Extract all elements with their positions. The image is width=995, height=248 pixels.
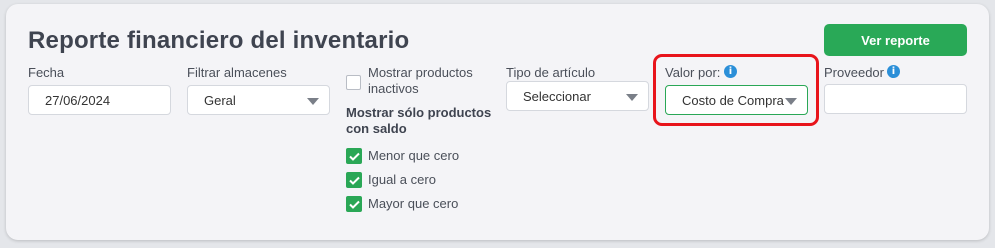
value-by-select[interactable]: Costo de Compra (665, 85, 808, 115)
item-type-select[interactable]: Seleccionar (506, 81, 649, 111)
check-icon (348, 152, 360, 161)
greater-than-zero-label: Mayor que cero (368, 196, 459, 211)
info-icon[interactable]: i (724, 65, 737, 78)
check-icon (348, 176, 360, 185)
supplier-input[interactable] (824, 84, 967, 114)
inactive-label: Mostrar productos inactivos (368, 65, 473, 97)
warehouses-value: Geral (204, 92, 236, 108)
greater-than-zero-checkbox[interactable] (346, 196, 362, 212)
value-by-label: Valor por: (665, 65, 721, 80)
date-field[interactable]: 27/06/2024 (28, 85, 171, 115)
warehouses-label: Filtrar almacenes (187, 65, 287, 80)
balance-title: Mostrar sólo productos con saldo (346, 105, 491, 137)
date-value: 27/06/2024 (45, 92, 111, 108)
item-type-value: Seleccionar (523, 88, 591, 104)
chevron-down-icon (307, 98, 319, 105)
view-report-button[interactable]: Ver reporte (824, 24, 967, 56)
equal-zero-label: Igual a cero (368, 172, 436, 187)
date-label: Fecha (28, 65, 65, 80)
inactive-label-line1: Mostrar productos (368, 65, 473, 80)
check-icon (348, 200, 360, 209)
balance-title-line1: Mostrar sólo productos (346, 105, 492, 120)
chevron-down-icon (785, 98, 797, 105)
value-by-value: Costo de Compra (682, 92, 784, 108)
inactive-checkbox[interactable] (346, 75, 361, 90)
supplier-label: Proveedor (824, 65, 884, 80)
less-than-zero-label: Menor que cero (368, 148, 460, 163)
item-type-label: Tipo de artículo (506, 65, 596, 80)
warehouses-select[interactable]: Geral (187, 85, 330, 115)
less-than-zero-checkbox[interactable] (346, 148, 362, 164)
chevron-down-icon (626, 94, 638, 101)
balance-title-line2: con saldo (346, 121, 407, 136)
inactive-label-line2: inactivos (368, 81, 419, 96)
page-title: Reporte financiero del inventario (28, 27, 410, 54)
info-icon[interactable]: i (887, 65, 900, 78)
equal-zero-checkbox[interactable] (346, 172, 362, 188)
